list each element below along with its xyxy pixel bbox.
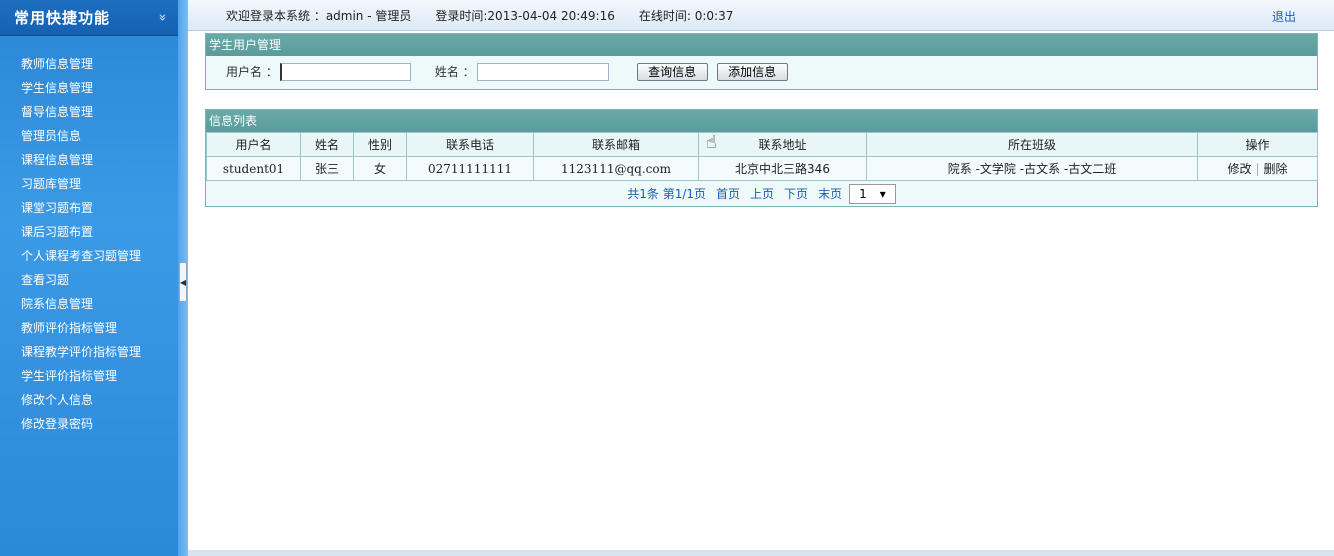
sidebar-item-homework[interactable]: 课后习题布置 — [0, 220, 178, 244]
sidebar-item-supervisor-info[interactable]: 督导信息管理 — [0, 100, 178, 124]
cell-name: 张三 — [300, 156, 354, 181]
last-page-link[interactable]: 末页 — [818, 185, 842, 202]
top-bar: 欢迎登录本系统 ：admin - 管理员 登录时间:2013-04-04 20:… — [188, 0, 1334, 31]
pagination: 共1条 第1/1页 首页 上页 下页 末页 1 ▾ — [206, 181, 1317, 206]
sidebar-item-course-eval[interactable]: 课程教学评价指标管理 — [0, 340, 178, 364]
sidebar-item-class-exercise[interactable]: 课堂习题布置 — [0, 196, 178, 220]
column-header: 联系地址 — [698, 132, 867, 157]
delete-link[interactable]: 删除 — [1264, 162, 1288, 176]
column-header: 用户名 — [206, 132, 301, 157]
cell-phone: 02711111111 — [406, 156, 534, 181]
username-label: 用户名 ： — [226, 65, 278, 79]
search-panel: 学生用户管理 用户名 ： 姓名 ： 查询信息 添加信息 — [205, 33, 1318, 90]
search-panel-title: 学生用户管理 — [206, 34, 1317, 56]
sidebar-item-view-exercise[interactable]: 查看习题 — [0, 268, 178, 292]
edit-link[interactable]: 修改 — [1227, 162, 1251, 176]
cell-class: 院系 -文学院 -古文系 -古文二班 — [866, 156, 1198, 181]
name-input[interactable] — [476, 62, 609, 81]
column-header: 所在班级 — [866, 132, 1198, 157]
column-header: 姓名 — [300, 132, 354, 157]
welcome-text: 欢迎登录本系统 ：admin - 管理员 — [226, 8, 412, 23]
name-label: 姓名 ： — [434, 65, 475, 79]
sidebar-item-edit-profile[interactable]: 修改个人信息 — [0, 388, 178, 412]
cell-address: 北京中北三路346 — [698, 156, 867, 181]
login-time: 登录时间:2013-04-04 20:49:16 — [435, 8, 615, 23]
main-content: 欢迎登录本系统 ：admin - 管理员 登录时间:2013-04-04 20:… — [188, 0, 1334, 556]
collapse-handle-icon[interactable]: ◀ — [179, 262, 187, 302]
bottom-bar — [188, 550, 1334, 556]
sidebar-item-course-info[interactable]: 课程信息管理 — [0, 148, 178, 172]
sidebar: 常用快捷功能 » 教师信息管理 学生信息管理 督导信息管理 管理员信息 课程信息… — [0, 0, 178, 556]
cell-actions: 修改 | 删除 — [1197, 156, 1318, 181]
prev-page-link[interactable]: 上页 — [750, 185, 774, 202]
next-page-link[interactable]: 下页 — [784, 185, 808, 202]
column-header: 联系邮箱 — [533, 132, 699, 157]
table-row: student01 张三 女 02711111111 1123111@qq.co… — [206, 156, 1318, 181]
sidebar-item-teacher-info[interactable]: 教师信息管理 — [0, 52, 178, 76]
search-form: 用户名 ： 姓名 ： 查询信息 添加信息 — [206, 56, 1317, 87]
sidebar-splitter: ◀ — [178, 0, 188, 556]
sidebar-menu: 教师信息管理 学生信息管理 督导信息管理 管理员信息 课程信息管理 习题库管理 … — [0, 36, 178, 436]
logout-link[interactable]: 退出 — [1272, 8, 1296, 25]
action-separator: | — [1255, 162, 1260, 176]
sidebar-item-teacher-eval[interactable]: 教师评价指标管理 — [0, 316, 178, 340]
chevron-down-icon: ▾ — [879, 186, 886, 201]
chevron-down-icon[interactable]: » — [155, 14, 170, 22]
pager-summary: 共1条 第1/1页 — [627, 187, 707, 201]
add-button[interactable]: 添加信息 — [716, 62, 788, 81]
sidebar-item-question-bank[interactable]: 习题库管理 — [0, 172, 178, 196]
sidebar-title: 常用快捷功能 — [14, 9, 111, 27]
column-header: 操作 — [1197, 132, 1318, 157]
first-page-link[interactable]: 首页 — [716, 185, 740, 202]
column-header: 性别 — [353, 132, 407, 157]
table-header-row: 用户名 姓名 性别 联系电话 联系邮箱 联系地址 所在班级 操作 — [206, 132, 1318, 157]
cell-gender: 女 — [353, 156, 407, 181]
sidebar-item-change-password[interactable]: 修改登录密码 — [0, 412, 178, 436]
list-panel-title: 信息列表 — [206, 110, 1317, 132]
sidebar-item-student-eval[interactable]: 学生评价指标管理 — [0, 364, 178, 388]
cell-email: 1123111@qq.com — [533, 156, 699, 181]
sidebar-item-student-info[interactable]: 学生信息管理 — [0, 76, 178, 100]
cell-username: student01 — [206, 156, 301, 181]
list-panel: 信息列表 用户名 姓名 性别 联系电话 联系邮箱 联系地址 所在班级 操作 st… — [205, 109, 1318, 207]
column-header: 联系电话 — [406, 132, 534, 157]
sidebar-item-department-info[interactable]: 院系信息管理 — [0, 292, 178, 316]
sidebar-header: 常用快捷功能 » — [0, 0, 178, 36]
query-button[interactable]: 查询信息 — [636, 62, 708, 81]
username-input[interactable] — [279, 62, 411, 81]
page-select[interactable]: 1 ▾ — [849, 183, 896, 204]
hand-pointer-icon: ☝ — [706, 132, 717, 153]
online-time: 在线时间: 0:0:37 — [638, 8, 734, 23]
student-table: 用户名 姓名 性别 联系电话 联系邮箱 联系地址 所在班级 操作 student… — [206, 132, 1318, 181]
sidebar-item-admin-info[interactable]: 管理员信息 — [0, 124, 178, 148]
page-select-value: 1 — [859, 186, 867, 201]
sidebar-item-personal-exam[interactable]: 个人课程考查习题管理 — [0, 244, 178, 268]
